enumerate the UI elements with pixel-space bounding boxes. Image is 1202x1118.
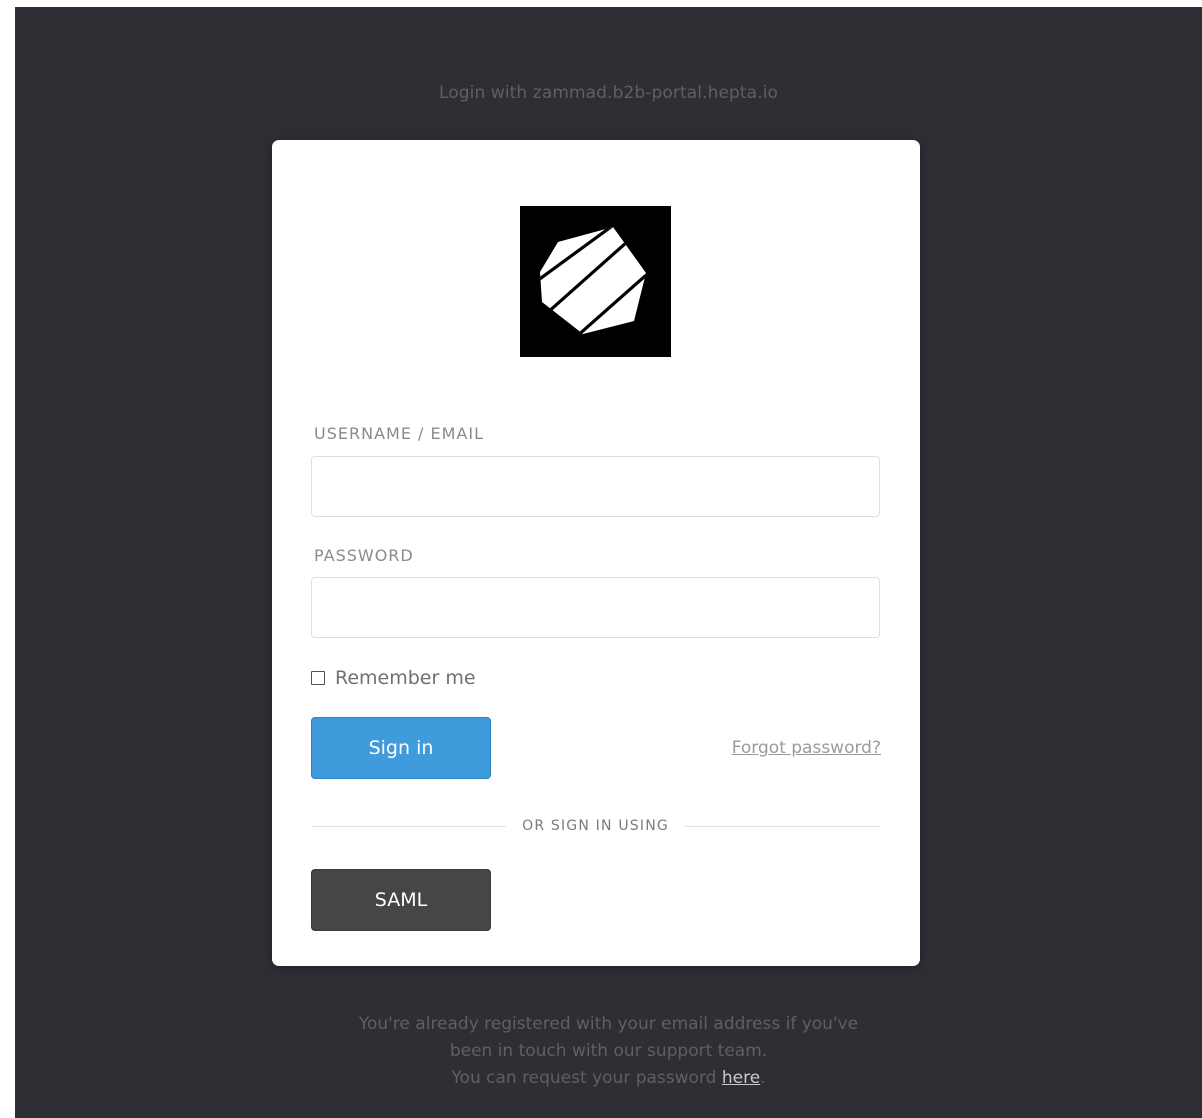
saml-button[interactable]: SAML xyxy=(311,869,491,931)
footer-line-1: You're already registered with your emai… xyxy=(358,1014,859,1034)
footer-line-3: You can request your password here. xyxy=(15,1065,1202,1092)
password-label: PASSWORD xyxy=(314,546,414,565)
footer-line-3-suffix: . xyxy=(760,1068,766,1088)
request-password-link[interactable]: here xyxy=(722,1068,760,1088)
username-email-input[interactable] xyxy=(311,456,880,517)
forgot-password-link[interactable]: Forgot password? xyxy=(732,738,881,758)
footer-line-3-prefix: You can request your password xyxy=(451,1068,722,1088)
separator-line-right xyxy=(684,825,881,827)
sign-in-separator: OR SIGN IN USING xyxy=(311,816,881,836)
login-card: USERNAME / EMAIL PASSWORD Remember me Si… xyxy=(272,140,920,966)
heptagon-logo-icon xyxy=(520,206,671,357)
sign-in-button[interactable]: Sign in xyxy=(311,717,491,779)
separator-text: OR SIGN IN USING xyxy=(522,818,669,834)
remember-me-label: Remember me xyxy=(335,667,476,689)
footer-line-2: been in touch with our support team. xyxy=(449,1041,768,1061)
username-label: USERNAME / EMAIL xyxy=(314,424,484,443)
separator-line-left xyxy=(311,825,507,827)
checkbox-icon[interactable] xyxy=(311,671,325,685)
footer-info: You're already registered with your emai… xyxy=(15,1011,1202,1092)
saml-button-label: SAML xyxy=(374,889,428,911)
password-input[interactable] xyxy=(311,577,880,638)
sign-in-button-label: Sign in xyxy=(368,737,434,759)
login-header-text: Login with zammad.b2b-portal.hepta.io xyxy=(438,83,779,103)
remember-me-checkbox[interactable]: Remember me xyxy=(311,667,476,689)
login-page: Login with zammad.b2b-portal.hepta.io US… xyxy=(15,7,1202,1118)
